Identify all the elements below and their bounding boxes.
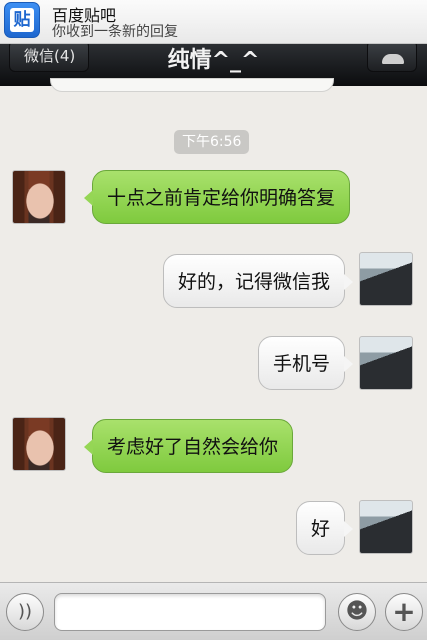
contact-info-button[interactable] <box>367 40 417 72</box>
contact-avatar[interactable] <box>12 170 66 224</box>
message-input-toolbar: )) ☻ + <box>0 582 427 640</box>
chat-title: 纯情^_^ <box>167 48 260 73</box>
outgoing-message-bubble[interactable]: 手机号 <box>257 336 353 390</box>
my-avatar[interactable] <box>359 252 413 306</box>
person-icon <box>382 54 404 64</box>
bubble-tail <box>84 439 93 455</box>
voice-button[interactable]: )) <box>6 593 44 631</box>
outgoing-message-bubble[interactable]: 好的，记得微信我 <box>162 254 353 308</box>
bubble-tail <box>84 190 93 206</box>
message-text: 十点之前肯定给你明确答复 <box>107 187 336 209</box>
emoji-button[interactable]: ☻ <box>338 593 376 631</box>
more-button[interactable]: + <box>385 593 423 631</box>
message-text: 考虑好了自然会给你 <box>107 436 279 458</box>
message-text: 好 <box>310 518 330 540</box>
voice-icon: )) <box>17 601 33 622</box>
chat-message-list[interactable]: 下午6:56 十点之前肯定给你明确答复 好的，记得微信我 手机号 考虑好了自然会… <box>0 78 427 582</box>
message-text: 好的，记得微信我 <box>177 271 330 293</box>
incoming-message-bubble[interactable]: 考虑好了自然会给你 <box>84 419 294 473</box>
timestamp-label: 下午6:56 <box>174 130 250 154</box>
push-notification-banner[interactable]: 贴 百度贴吧 你收到一条新的回复 <box>0 0 427 44</box>
message-text: 手机号 <box>272 353 330 375</box>
bubble-tail <box>344 274 353 290</box>
tieba-icon-glyph: 贴 <box>10 8 34 32</box>
outgoing-message-bubble[interactable]: 好 <box>295 501 353 555</box>
message-input[interactable] <box>54 593 326 631</box>
previous-message-bubble <box>50 78 334 92</box>
bubble-tail <box>344 356 353 372</box>
emoji-icon: ☻ <box>345 599 369 624</box>
contact-avatar[interactable] <box>12 417 66 471</box>
my-avatar[interactable] <box>359 500 413 554</box>
my-avatar[interactable] <box>359 336 413 390</box>
notification-message: 你收到一条新的回复 <box>52 24 178 40</box>
incoming-message-bubble[interactable]: 十点之前肯定给你明确答复 <box>84 170 351 224</box>
bubble-tail <box>344 521 353 537</box>
plus-icon: + <box>392 595 416 628</box>
tieba-app-icon: 贴 <box>4 2 40 38</box>
